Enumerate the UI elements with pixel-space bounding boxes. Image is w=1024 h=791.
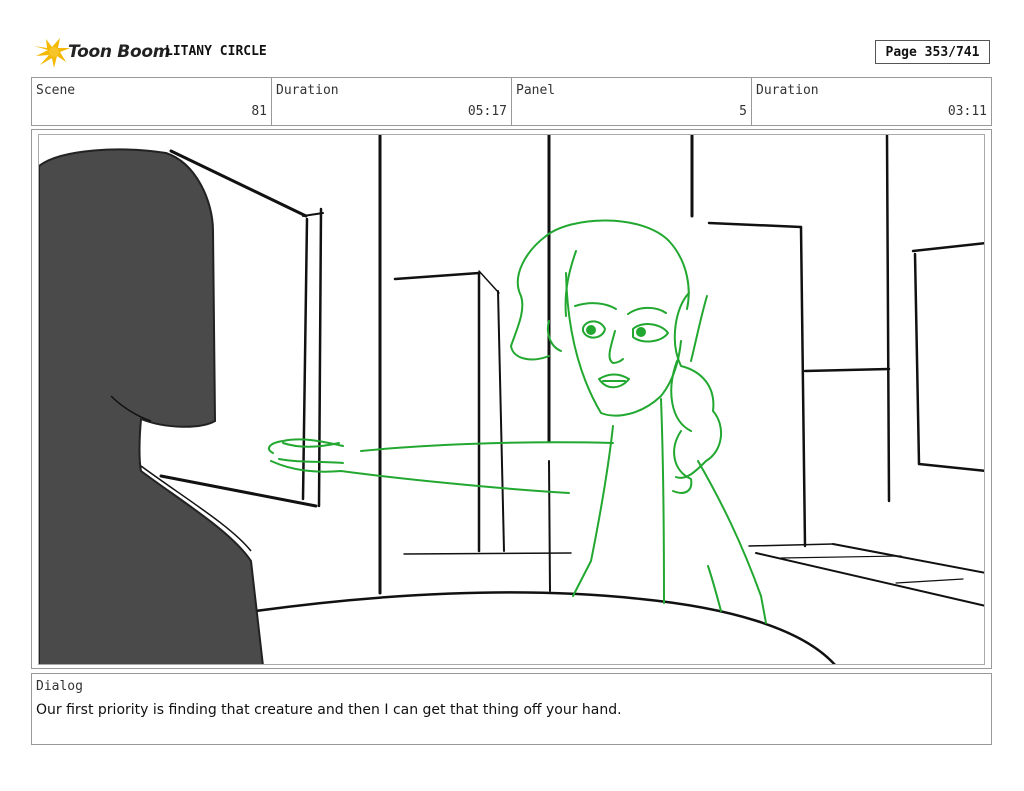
toon-boom-logo: Toon Boom	[32, 36, 170, 70]
scene-cell: Scene 81	[32, 78, 272, 125]
dialog-box: Dialog Our first priority is finding tha…	[31, 673, 992, 745]
scene-duration-value: 05:17	[467, 104, 507, 119]
panel-duration-label: Duration	[756, 83, 819, 98]
scene-value: 81	[251, 104, 267, 119]
dialog-text: Our first priority is finding that creat…	[36, 702, 622, 718]
panel-value: 5	[739, 104, 747, 119]
panel-cell: Panel 5	[512, 78, 752, 125]
logo-text: Toon Boom	[68, 42, 171, 62]
project-title: LITANY CIRCLE	[165, 44, 267, 59]
dialog-label: Dialog	[36, 679, 83, 694]
scene-duration-cell: Duration 05:17	[272, 78, 512, 125]
storyboard-panel-image	[38, 134, 985, 665]
panel-duration-value: 03:11	[947, 104, 987, 119]
panel-label: Panel	[516, 83, 556, 98]
toon-boom-burst-icon	[34, 38, 70, 68]
page-indicator: Page 353/741	[875, 40, 990, 64]
scene-duration-label: Duration	[276, 83, 339, 98]
storyboard-sketch	[39, 135, 984, 664]
panel-duration-cell: Duration 03:11	[752, 78, 991, 125]
panel-info-row: Scene 81 Duration 05:17 Panel 5 Duration…	[31, 77, 992, 126]
scene-label: Scene	[36, 83, 76, 98]
